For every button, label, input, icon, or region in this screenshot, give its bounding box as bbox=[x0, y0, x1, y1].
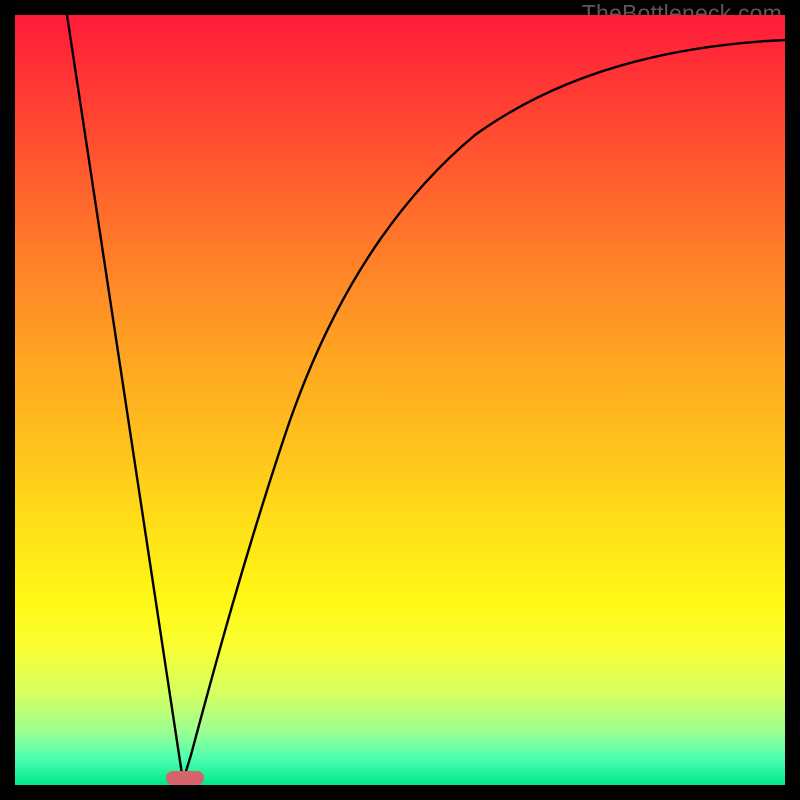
optimal-marker bbox=[166, 771, 204, 785]
bottleneck-curve bbox=[15, 15, 785, 785]
curve-path bbox=[67, 15, 785, 781]
chart-frame bbox=[15, 15, 785, 785]
